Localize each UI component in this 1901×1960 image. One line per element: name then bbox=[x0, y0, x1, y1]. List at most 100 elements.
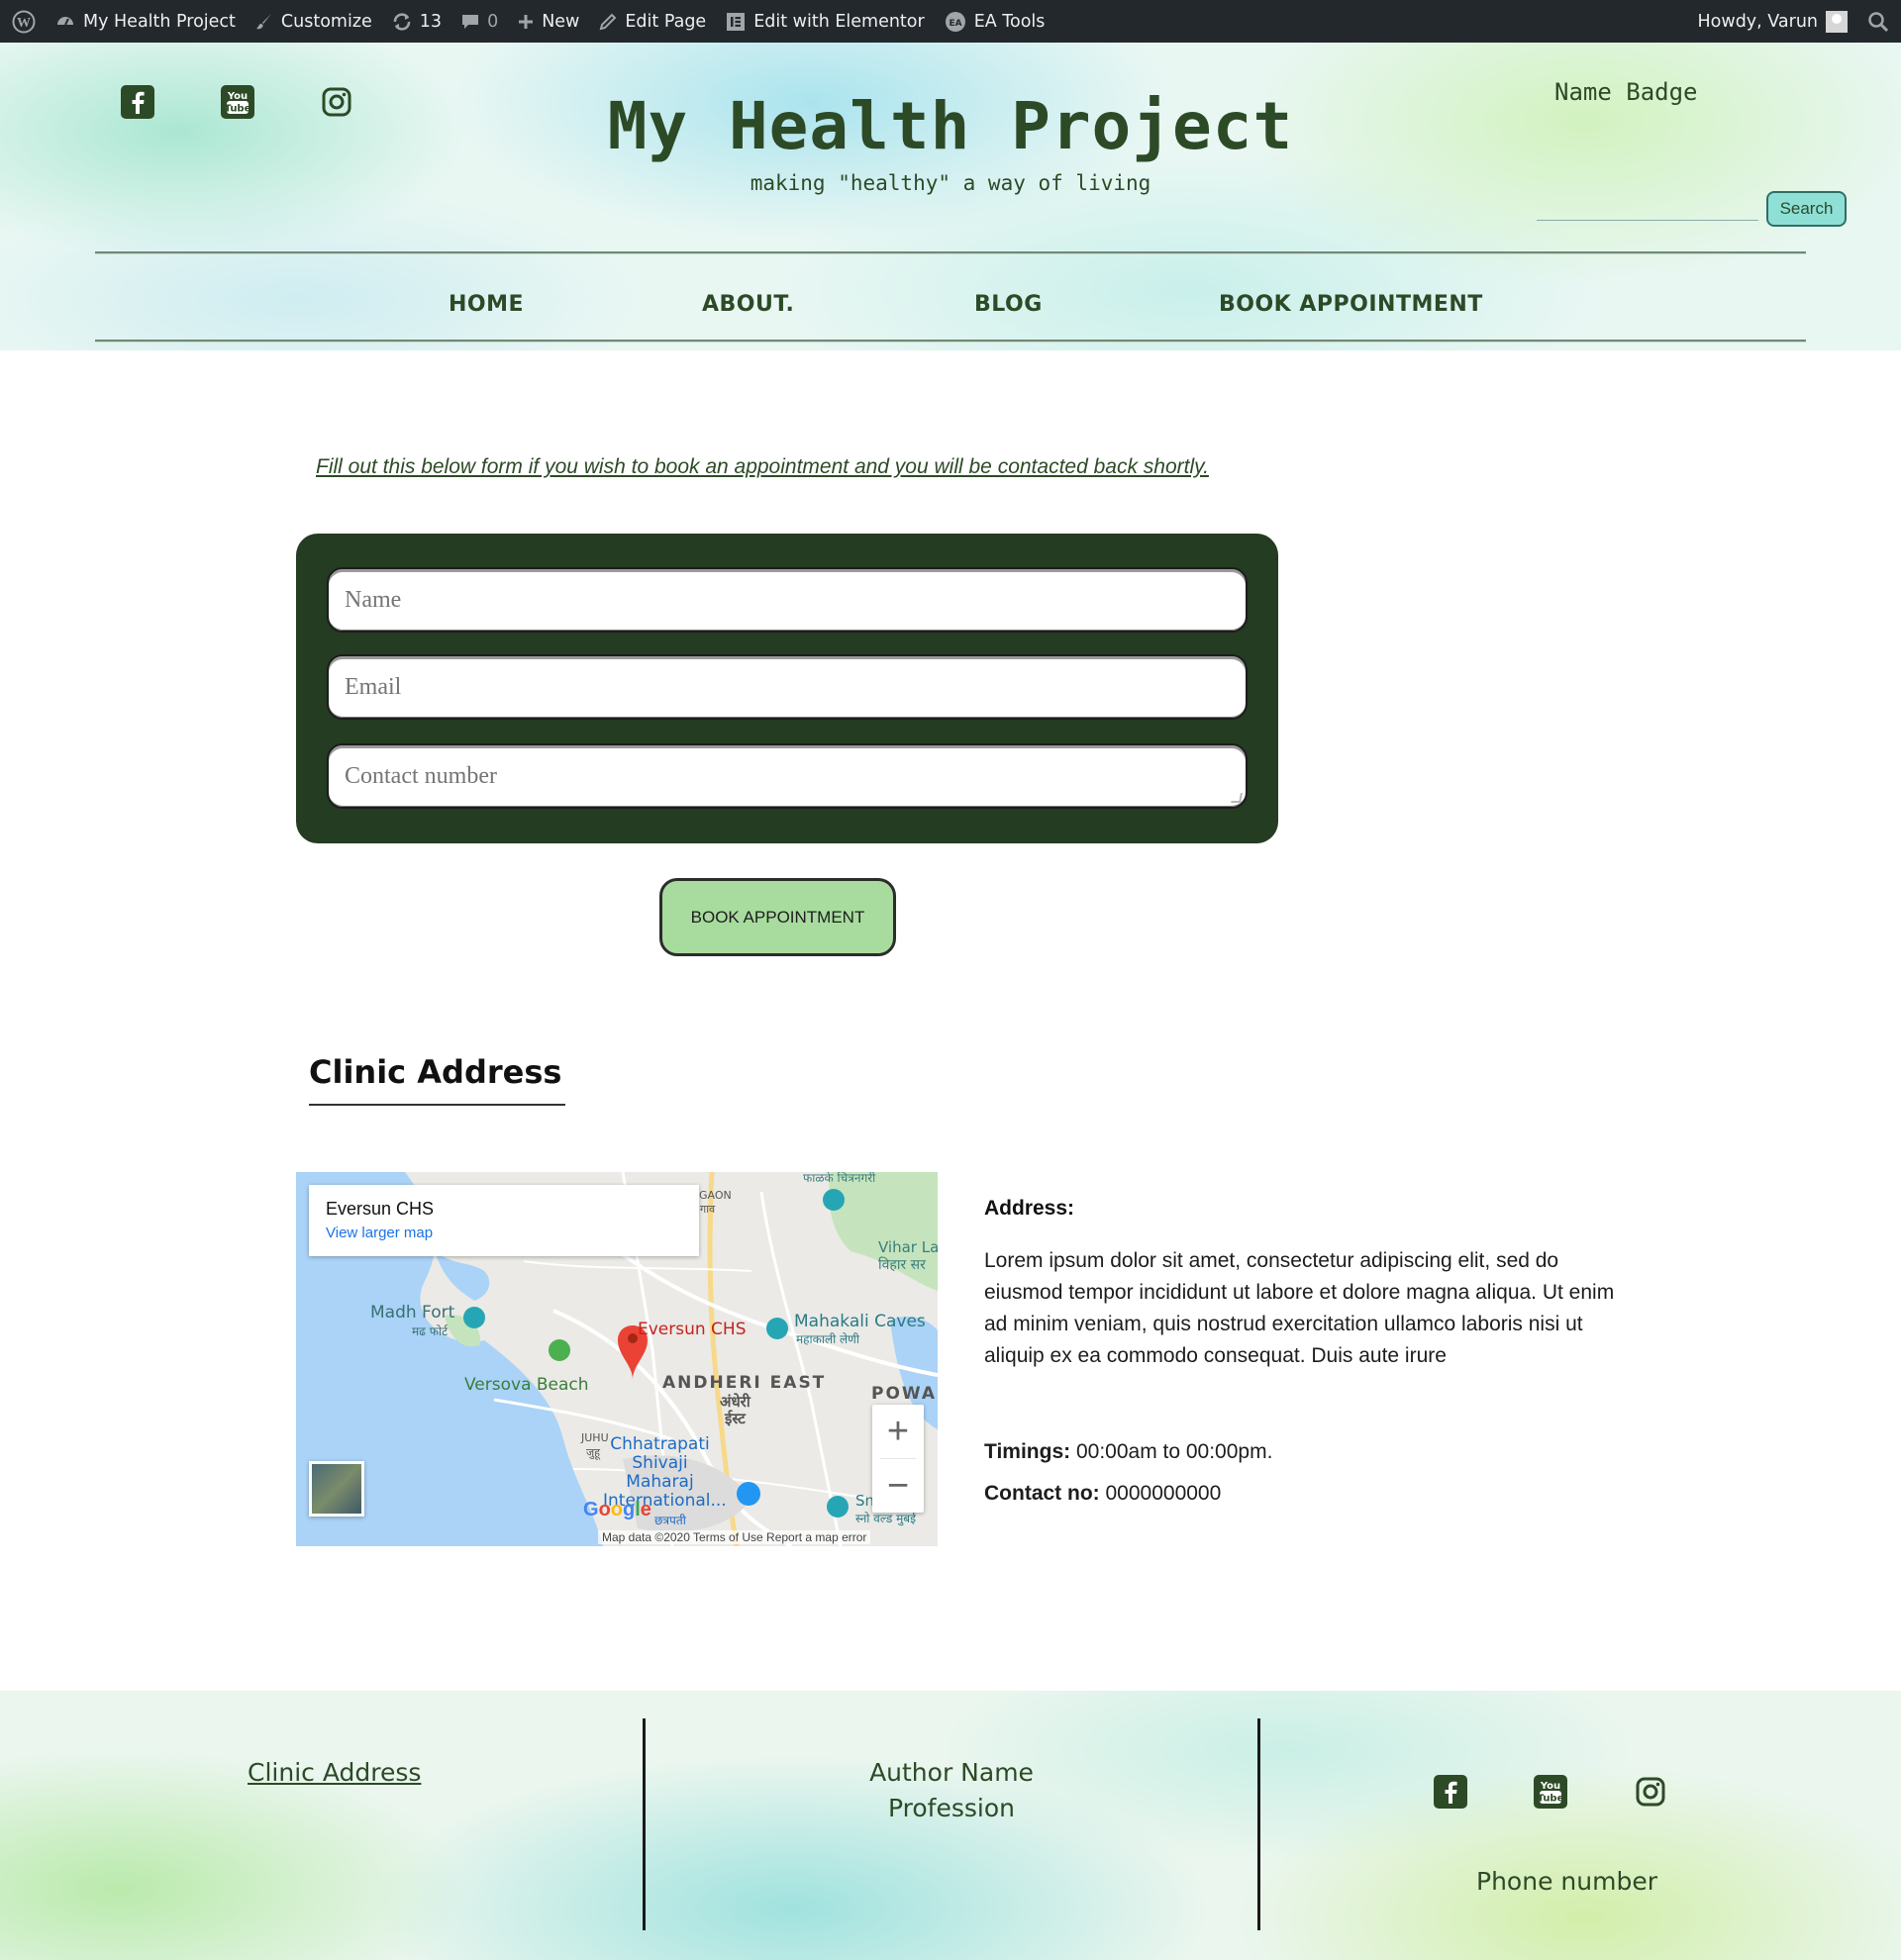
contact-no: Contact no: 0000000000 bbox=[984, 1482, 1221, 1506]
admin-account[interactable]: Howdy, Varun bbox=[1688, 0, 1857, 43]
search-input[interactable] bbox=[1537, 191, 1758, 221]
map-label-gaon: GAON bbox=[699, 1189, 732, 1202]
admin-new[interactable]: New bbox=[508, 0, 589, 43]
map-zoom-controls: + − bbox=[872, 1405, 924, 1513]
updates-icon bbox=[392, 12, 412, 32]
footer-divider-left bbox=[643, 1718, 646, 1930]
map-label-mahakali-hi: महाकाली लेणी bbox=[796, 1332, 859, 1346]
map-label-top-hi: फाळके चित्रनगरी bbox=[803, 1172, 876, 1185]
admin-new-label: New bbox=[542, 11, 580, 32]
email-placeholder: Email bbox=[345, 673, 402, 700]
map-label-gaon-hi: गाव bbox=[700, 1203, 716, 1216]
wp-admin-bar: W My Health Project Customize 13 0 New E… bbox=[0, 0, 1901, 43]
map-label-mahakali: Mahakali Caves bbox=[794, 1312, 926, 1331]
timings-value: 00:00am to 00:00pm. bbox=[1070, 1440, 1273, 1463]
admin-customize[interactable]: Customize bbox=[246, 0, 382, 43]
dashboard-icon bbox=[55, 12, 75, 32]
admin-site-name[interactable]: My Health Project bbox=[46, 0, 246, 43]
map-label-powai: POWAI bbox=[871, 1384, 938, 1404]
heading-underline bbox=[309, 1104, 565, 1106]
admin-comments[interactable]: 0 bbox=[451, 0, 508, 43]
address-label: Address: bbox=[984, 1197, 1075, 1220]
map-label-airport-hi: छत्रपती bbox=[654, 1514, 686, 1527]
admin-edit-page-label: Edit Page bbox=[625, 11, 707, 32]
footer-author-name: Author Name bbox=[869, 1758, 1034, 1787]
admin-updates-count: 13 bbox=[419, 11, 443, 32]
wordpress-icon: W bbox=[12, 10, 36, 34]
footer-youtube-icon[interactable]: You Tube bbox=[1533, 1774, 1568, 1810]
footer-phone-number: Phone number bbox=[1476, 1867, 1657, 1896]
map-label-andheri: ANDHERI EAST bbox=[662, 1373, 827, 1393]
timings-label: Timings: bbox=[984, 1440, 1071, 1463]
map-label-vihar: Vihar La bbox=[878, 1238, 938, 1256]
timings: Timings: 00:00am to 00:00pm. bbox=[984, 1440, 1272, 1464]
google-logo: Google bbox=[583, 1499, 651, 1520]
svg-text:You: You bbox=[1540, 1781, 1560, 1792]
admin-comments-count: 0 bbox=[487, 11, 499, 32]
avatar bbox=[1826, 10, 1848, 33]
email-field[interactable]: Email bbox=[327, 654, 1248, 720]
map-label-versova: Versova Beach bbox=[464, 1375, 589, 1395]
contact-number-field[interactable]: Contact number bbox=[327, 743, 1248, 809]
wordpress-logo[interactable]: W bbox=[0, 0, 46, 43]
footer-clinic-address-link[interactable]: Clinic Address bbox=[248, 1755, 421, 1791]
admin-updates[interactable]: 13 bbox=[382, 0, 451, 43]
comment-icon bbox=[461, 13, 479, 31]
paintbrush-icon bbox=[255, 13, 273, 31]
elementor-icon bbox=[726, 12, 746, 32]
book-appointment-button[interactable]: BOOK APPOINTMENT bbox=[659, 878, 896, 956]
nav-about[interactable]: ABOUT. bbox=[702, 292, 794, 317]
form-intro: Fill out this below form if you wish to … bbox=[316, 455, 1209, 478]
map-place-name: Eversun CHS bbox=[326, 1199, 435, 1219]
footer-instagram-icon[interactable] bbox=[1633, 1774, 1668, 1810]
admin-edit-elementor[interactable]: Edit with Elementor bbox=[716, 0, 935, 43]
google-map[interactable]: Eversun CHS View larger map Madh Fort मढ… bbox=[296, 1172, 938, 1546]
footer-profession: Profession bbox=[888, 1794, 1015, 1822]
svg-text:EA: EA bbox=[949, 19, 961, 29]
nav-home[interactable]: HOME bbox=[449, 292, 524, 317]
admin-customize-label: Customize bbox=[280, 11, 372, 32]
map-footer[interactable]: Map data ©2020 Terms of Use Report a map… bbox=[598, 1530, 871, 1544]
map-label-pin: Eversun CHS bbox=[638, 1320, 747, 1339]
map-info-card: Eversun CHS View larger map bbox=[309, 1185, 699, 1256]
map-label-madh-fort-hi: मढ फोर्ट bbox=[412, 1324, 449, 1338]
svg-text:W: W bbox=[17, 16, 31, 31]
resize-handle-icon[interactable] bbox=[1231, 793, 1243, 803]
nav-top-divider bbox=[95, 251, 1806, 254]
contact-placeholder: Contact number bbox=[345, 762, 497, 789]
zoom-in-button[interactable]: + bbox=[872, 1405, 924, 1458]
name-badge: Name Badge bbox=[1554, 78, 1698, 106]
map-label-juhu-hi: जुहू bbox=[586, 1446, 601, 1459]
address-text: Lorem ipsum dolor sit amet, consectetur … bbox=[984, 1249, 1615, 1367]
admin-edit-page[interactable]: Edit Page bbox=[589, 0, 716, 43]
pencil-icon bbox=[599, 13, 617, 31]
search-icon bbox=[1867, 11, 1889, 33]
admin-edit-elementor-label: Edit with Elementor bbox=[753, 11, 925, 32]
contact-label: Contact no: bbox=[984, 1482, 1100, 1505]
admin-ea-tools-label: EA Tools bbox=[973, 11, 1046, 32]
zoom-out-button[interactable]: − bbox=[872, 1459, 924, 1513]
nav-book-appointment[interactable]: BOOK APPOINTMENT bbox=[1219, 292, 1483, 317]
admin-site-name-label: My Health Project bbox=[83, 11, 236, 32]
admin-ea-tools[interactable]: EA EA Tools bbox=[935, 0, 1055, 43]
admin-search[interactable] bbox=[1857, 0, 1901, 43]
name-field[interactable]: Name bbox=[327, 567, 1248, 633]
name-placeholder: Name bbox=[345, 586, 402, 613]
footer-facebook-icon[interactable] bbox=[1433, 1774, 1468, 1810]
contact-value: 0000000000 bbox=[1099, 1482, 1222, 1505]
nav-blog[interactable]: BLOG bbox=[974, 292, 1043, 317]
appointment-form: Name Email Contact number bbox=[296, 534, 1278, 843]
search-button[interactable]: Search bbox=[1766, 191, 1847, 227]
main-nav: HOME ABOUT. BLOG BOOK APPOINTMENT bbox=[0, 292, 1901, 332]
map-label-andheri-hi2: ईस्ट bbox=[725, 1410, 746, 1427]
map-label-vihar-hi: विहार सर bbox=[878, 1257, 926, 1273]
nav-bottom-divider bbox=[95, 340, 1806, 343]
map-label-madh-fort: Madh Fort bbox=[370, 1303, 455, 1323]
ea-icon: EA bbox=[945, 11, 966, 33]
satellite-toggle[interactable] bbox=[309, 1461, 364, 1517]
view-larger-map-link[interactable]: View larger map bbox=[326, 1225, 682, 1241]
site-header: You Tube My Health Project making "health… bbox=[0, 43, 1901, 350]
footer-divider-right bbox=[1257, 1718, 1260, 1930]
clinic-address-heading: Clinic Address bbox=[309, 1053, 562, 1091]
plus-icon bbox=[518, 14, 534, 30]
